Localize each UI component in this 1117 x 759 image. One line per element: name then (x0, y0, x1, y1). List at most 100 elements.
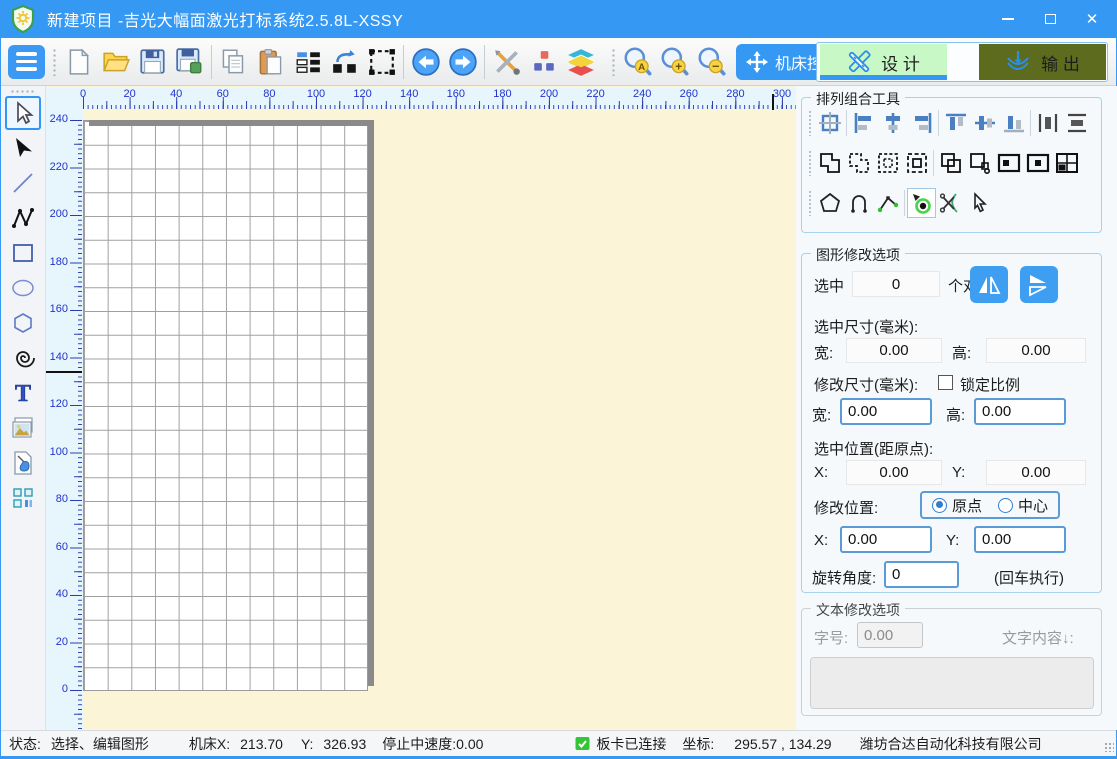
align-middle-button[interactable] (970, 108, 999, 138)
tool-line[interactable] (5, 166, 41, 200)
array-grid-button[interactable] (289, 42, 326, 82)
redo-button[interactable] (444, 42, 481, 82)
mod-y-input[interactable] (974, 526, 1066, 553)
blocks-button[interactable] (525, 42, 562, 82)
rotate-input[interactable] (884, 561, 959, 588)
toolbar-grip[interactable] (52, 48, 57, 76)
layers-button[interactable] (562, 42, 599, 82)
canvas-area[interactable]: 0204060801001201401601802002202402602803… (46, 86, 796, 730)
mod-x-input[interactable] (840, 526, 932, 553)
path-cut-button[interactable] (936, 188, 965, 218)
align-bottom-button[interactable] (999, 108, 1028, 138)
align-right-button[interactable] (907, 108, 936, 138)
flip-horizontal-icon (976, 272, 1002, 298)
lock-ratio-checkbox[interactable] (938, 375, 953, 390)
ellipse-icon (10, 275, 36, 301)
polygon-close-icon (818, 191, 842, 215)
polygon-close-button[interactable] (815, 188, 844, 218)
four-grid-button[interactable] (1052, 148, 1081, 178)
object-to-center-icon (1026, 151, 1050, 175)
zoom-all-button[interactable]: A (619, 42, 656, 82)
tool-text[interactable]: T (5, 376, 41, 410)
align-left-button[interactable] (849, 108, 878, 138)
tool-rectangle[interactable] (5, 236, 41, 270)
arrange-grip-1[interactable] (808, 110, 812, 136)
v-ruler-label: 180 (50, 256, 68, 268)
group-button[interactable] (844, 148, 873, 178)
undo-icon (411, 47, 441, 77)
tool-array-copy[interactable] (5, 481, 41, 515)
weld-union-button[interactable] (815, 148, 844, 178)
space-equal-h-button[interactable] (1033, 108, 1062, 138)
arrange-group: 排列组合工具 (801, 97, 1102, 233)
regroup-button[interactable] (902, 148, 931, 178)
paste-button[interactable] (252, 42, 289, 82)
align-center-h-button[interactable] (878, 108, 907, 138)
maximize-button[interactable] (1036, 6, 1064, 32)
canvas-body[interactable]: 240220200180160140120100806040200 (46, 110, 796, 730)
path-open-button[interactable] (844, 188, 873, 218)
tool-pick[interactable] (5, 131, 41, 165)
tool-polygon[interactable] (5, 306, 41, 340)
align-center-both-button[interactable] (815, 108, 844, 138)
radio-origin[interactable]: 原点 (932, 495, 982, 516)
node-refine-button[interactable] (873, 188, 902, 218)
zoom-in-button[interactable]: + (656, 42, 693, 82)
work-area-grid[interactable] (83, 120, 368, 691)
undo-button[interactable] (407, 42, 444, 82)
h-ruler-label: 300 (773, 88, 791, 100)
tool-polyline[interactable] (5, 201, 41, 235)
break-apart-button[interactable] (965, 148, 994, 178)
v-ruler-label: 100 (50, 446, 68, 458)
select-rect-button[interactable] (363, 42, 400, 82)
text-content-area[interactable] (810, 657, 1094, 709)
node-edit-button[interactable] (907, 188, 936, 218)
flip-vertical-button[interactable] (1020, 266, 1058, 303)
copy-button[interactable] (215, 42, 252, 82)
flip-vertical-icon (1026, 272, 1052, 298)
new-file-button[interactable] (60, 42, 97, 82)
tool-spiral[interactable] (5, 341, 41, 375)
combine-button[interactable] (936, 148, 965, 178)
radio-origin-label: 原点 (952, 495, 982, 516)
radio-center[interactable]: 中心 (998, 495, 1048, 516)
sel-h-field: 0.00 (986, 338, 1086, 363)
align-center-h-icon (881, 111, 905, 135)
font-size-input[interactable] (857, 622, 923, 648)
resize-grip[interactable] (1104, 742, 1114, 752)
align-top-button[interactable] (941, 108, 970, 138)
transform-swap-button[interactable] (326, 42, 363, 82)
ungroup-button[interactable] (873, 148, 902, 178)
svg-text:T: T (15, 381, 31, 406)
flip-horizontal-button[interactable] (970, 266, 1008, 303)
tab-output[interactable]: 输 出 (979, 44, 1106, 80)
tool-ellipse[interactable] (5, 271, 41, 305)
minimize-button[interactable] (994, 6, 1022, 32)
tools-button[interactable] (488, 42, 525, 82)
object-to-origin-button[interactable] (994, 148, 1023, 178)
close-button[interactable]: ✕ (1078, 6, 1106, 32)
save-button[interactable] (134, 42, 171, 82)
mod-h-input[interactable] (974, 398, 1066, 425)
toolbar-grip-2[interactable] (611, 48, 616, 76)
arrange-grip-3[interactable] (808, 190, 812, 216)
mod-size-label: 修改尺寸(毫米): (814, 374, 918, 395)
zoom-out-button[interactable]: − (693, 42, 730, 82)
rotate-label: 旋转角度: (812, 567, 876, 588)
node-select-button[interactable] (965, 188, 994, 218)
save-as-button[interactable] (171, 42, 208, 82)
tool-select[interactable] (5, 96, 41, 130)
mod-w-input[interactable] (840, 398, 932, 425)
open-button[interactable] (97, 42, 134, 82)
tool-image[interactable] (5, 411, 41, 445)
svg-text:+: + (675, 60, 682, 73)
object-to-center-button[interactable] (1023, 148, 1052, 178)
tool-vector-fill[interactable] (5, 446, 41, 480)
arrange-grip-2[interactable] (808, 150, 812, 176)
palette-grip[interactable] (10, 89, 36, 94)
text-group-title: 文本修改选项 (811, 600, 905, 620)
align-right-icon (910, 111, 934, 135)
space-equal-v-button[interactable] (1062, 108, 1091, 138)
modify-group-title: 图形修改选项 (811, 245, 905, 265)
menu-button[interactable] (8, 45, 45, 79)
